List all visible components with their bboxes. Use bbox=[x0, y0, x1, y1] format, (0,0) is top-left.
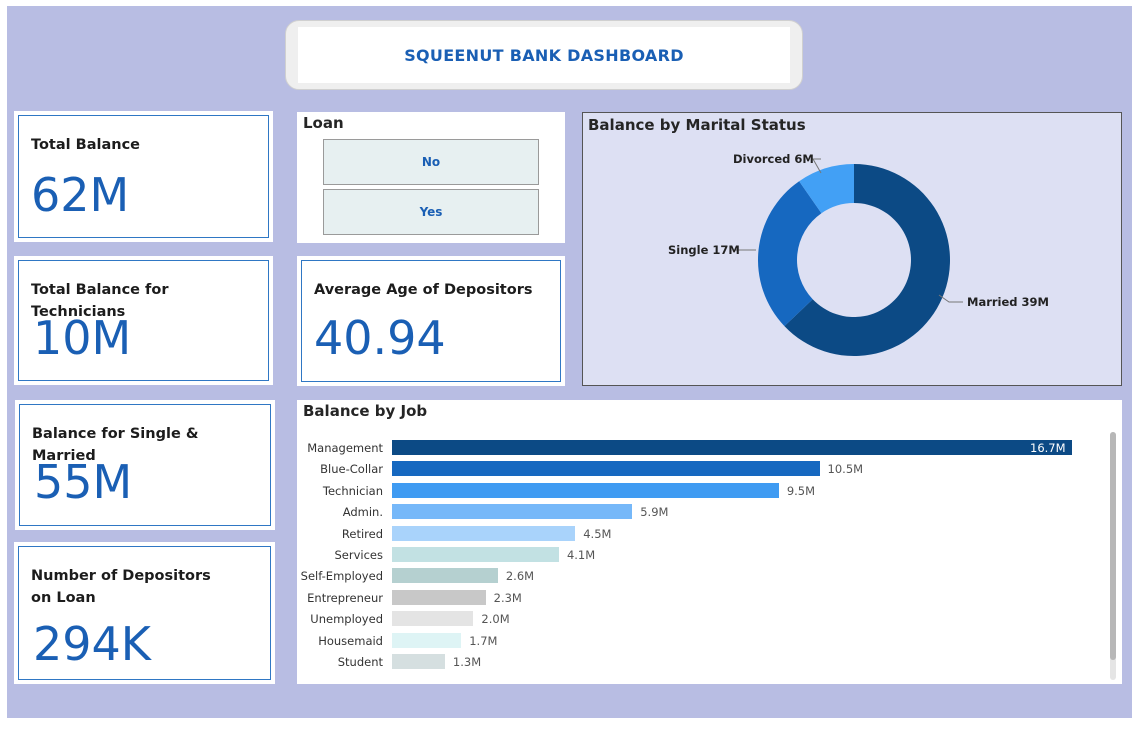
bar-value-label: 1.3M bbox=[452, 655, 482, 669]
bar-self-employed[interactable] bbox=[392, 568, 498, 584]
bar-category-label: Admin. bbox=[342, 505, 383, 520]
kpi-average-age-card[interactable]: Average Age of Depositors 40.94 bbox=[297, 256, 565, 386]
bar-entrepreneur[interactable] bbox=[392, 589, 486, 605]
bar-value-label: 2.0M bbox=[481, 612, 510, 627]
kpi-value: 10M bbox=[33, 311, 132, 365]
job-balance-chart[interactable]: Balance by Job Management 16.7M Blue-Colla… bbox=[297, 400, 1122, 684]
loan-slicer: Loan No Yes bbox=[297, 112, 565, 243]
kpi-label: Average Age of Depositors bbox=[314, 282, 533, 298]
bar-category-label: Retired bbox=[341, 526, 383, 541]
bar-value-label: 1.7M bbox=[469, 633, 498, 648]
bar-category-label: Self-Employed bbox=[300, 569, 383, 584]
title-inner: SQUEENUT BANK DASHBOARD bbox=[298, 27, 790, 83]
single-label: Single 17M bbox=[668, 243, 740, 257]
kpi-frame: Number of Depositors on Loan 294K bbox=[18, 546, 271, 680]
bar-technician[interactable] bbox=[392, 482, 779, 498]
kpi-frame: Total Balance 62M bbox=[18, 115, 269, 238]
kpi-value: 62M bbox=[31, 168, 130, 222]
bar-housemaid[interactable] bbox=[392, 632, 462, 648]
loan-option-yes[interactable]: Yes bbox=[323, 189, 539, 235]
kpi-frame: Balance for Single & Married 55M bbox=[19, 404, 271, 526]
bar-value-label: 5.9M bbox=[640, 505, 669, 520]
kpi-value: 55M bbox=[34, 455, 133, 509]
bar-retired[interactable] bbox=[392, 525, 576, 541]
bar-unemployed[interactable] bbox=[392, 611, 474, 627]
bar-student[interactable] bbox=[392, 654, 445, 669]
married-label: Married 39M bbox=[967, 295, 1049, 309]
bar-category-label: Entrepreneur bbox=[307, 590, 383, 605]
bar-category-label: Student bbox=[337, 655, 383, 669]
bar-category-label: Blue-Collar bbox=[320, 462, 383, 477]
donut-svg bbox=[735, 158, 963, 356]
kpi-label: Total Balance bbox=[31, 137, 141, 153]
bar-category-label: Services bbox=[334, 548, 384, 562]
divorced-leader-line bbox=[812, 158, 822, 174]
bar-blue-collar[interactable] bbox=[392, 461, 820, 477]
dashboard-title: SQUEENUT BANK DASHBOARD bbox=[404, 45, 684, 65]
bar-value-label: 10.5M bbox=[827, 462, 864, 477]
bar-category-label: Unemployed bbox=[310, 612, 383, 627]
bar-value-label: 4.5M bbox=[583, 526, 612, 541]
chart-scrollbar[interactable] bbox=[1110, 432, 1116, 680]
kpi-technicians-card[interactable]: Total Balance for Technicians 10M bbox=[14, 256, 273, 385]
kpi-frame: Average Age of Depositors 40.94 bbox=[301, 260, 561, 382]
bar-value-label: 9.5M bbox=[786, 483, 816, 498]
bar-value-label: 16.7M bbox=[1030, 441, 1066, 455]
title-card: SQUEENUT BANK DASHBOARD bbox=[285, 20, 803, 90]
chart-title: Balance by Job bbox=[303, 402, 428, 420]
kpi-frame: Total Balance for Technicians 10M bbox=[18, 260, 269, 381]
bar-category-label: Technician bbox=[322, 483, 383, 498]
bar-value-label: 2.3M bbox=[493, 590, 522, 605]
kpi-label: Number of Depositors on Loan bbox=[31, 568, 211, 606]
bar-services[interactable] bbox=[392, 547, 559, 562]
kpi-value: 294K bbox=[33, 617, 151, 671]
marital-status-chart[interactable]: Balance by Marital Status Divorced 6M Si… bbox=[582, 112, 1122, 386]
bar-category-label: Housemaid bbox=[318, 633, 383, 648]
kpi-depositors-loan-card[interactable]: Number of Depositors on Loan 294K bbox=[14, 542, 275, 684]
bar-value-label: 4.1M bbox=[566, 548, 596, 562]
bar-value-label: 2.6M bbox=[505, 569, 535, 584]
bar-category-label: Management bbox=[307, 441, 383, 455]
divorced-label: Divorced 6M bbox=[733, 152, 814, 166]
kpi-single-married-card[interactable]: Balance for Single & Married 55M bbox=[15, 400, 275, 530]
scroll-thumb[interactable] bbox=[1110, 432, 1116, 660]
bar-admin[interactable] bbox=[392, 504, 633, 520]
kpi-total-balance-card[interactable]: Total Balance 62M bbox=[14, 111, 273, 242]
loan-option-no[interactable]: No bbox=[323, 139, 539, 185]
bar-management[interactable] bbox=[392, 440, 1072, 455]
loan-slicer-title: Loan bbox=[303, 114, 344, 132]
kpi-value: 40.94 bbox=[314, 311, 446, 365]
